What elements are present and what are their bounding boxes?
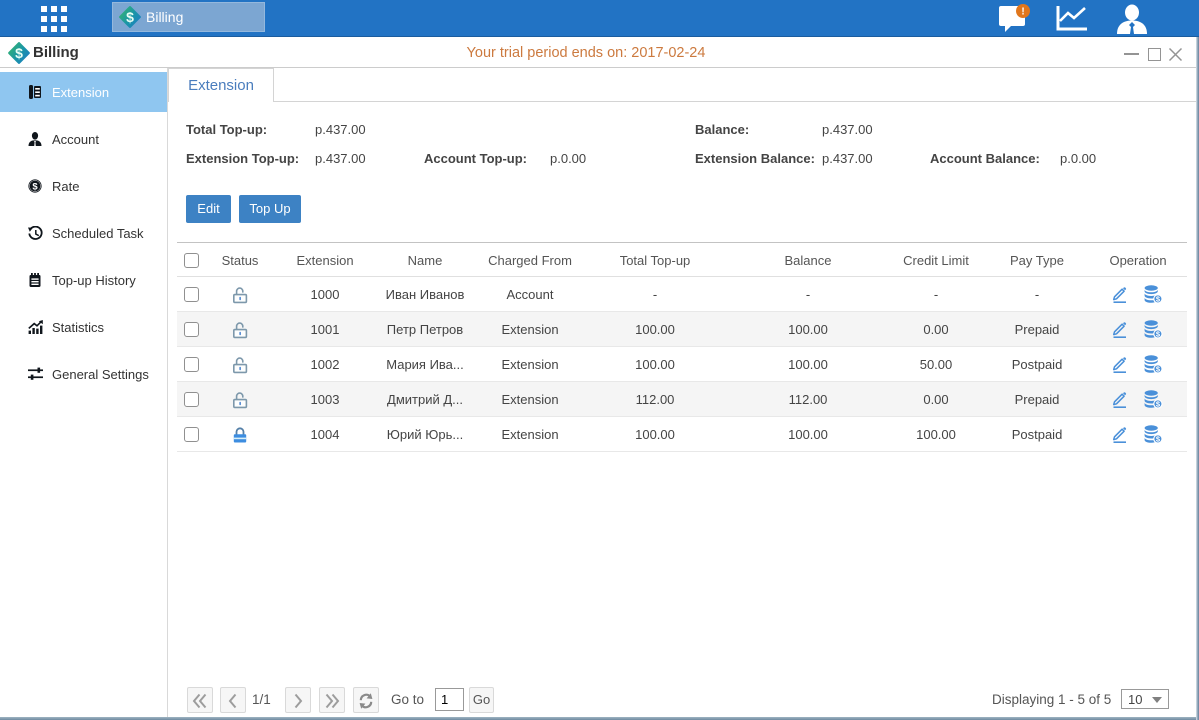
svg-text:$: $ (32, 181, 38, 192)
svg-text:$: $ (126, 9, 134, 25)
svg-text:!: ! (1021, 7, 1024, 18)
